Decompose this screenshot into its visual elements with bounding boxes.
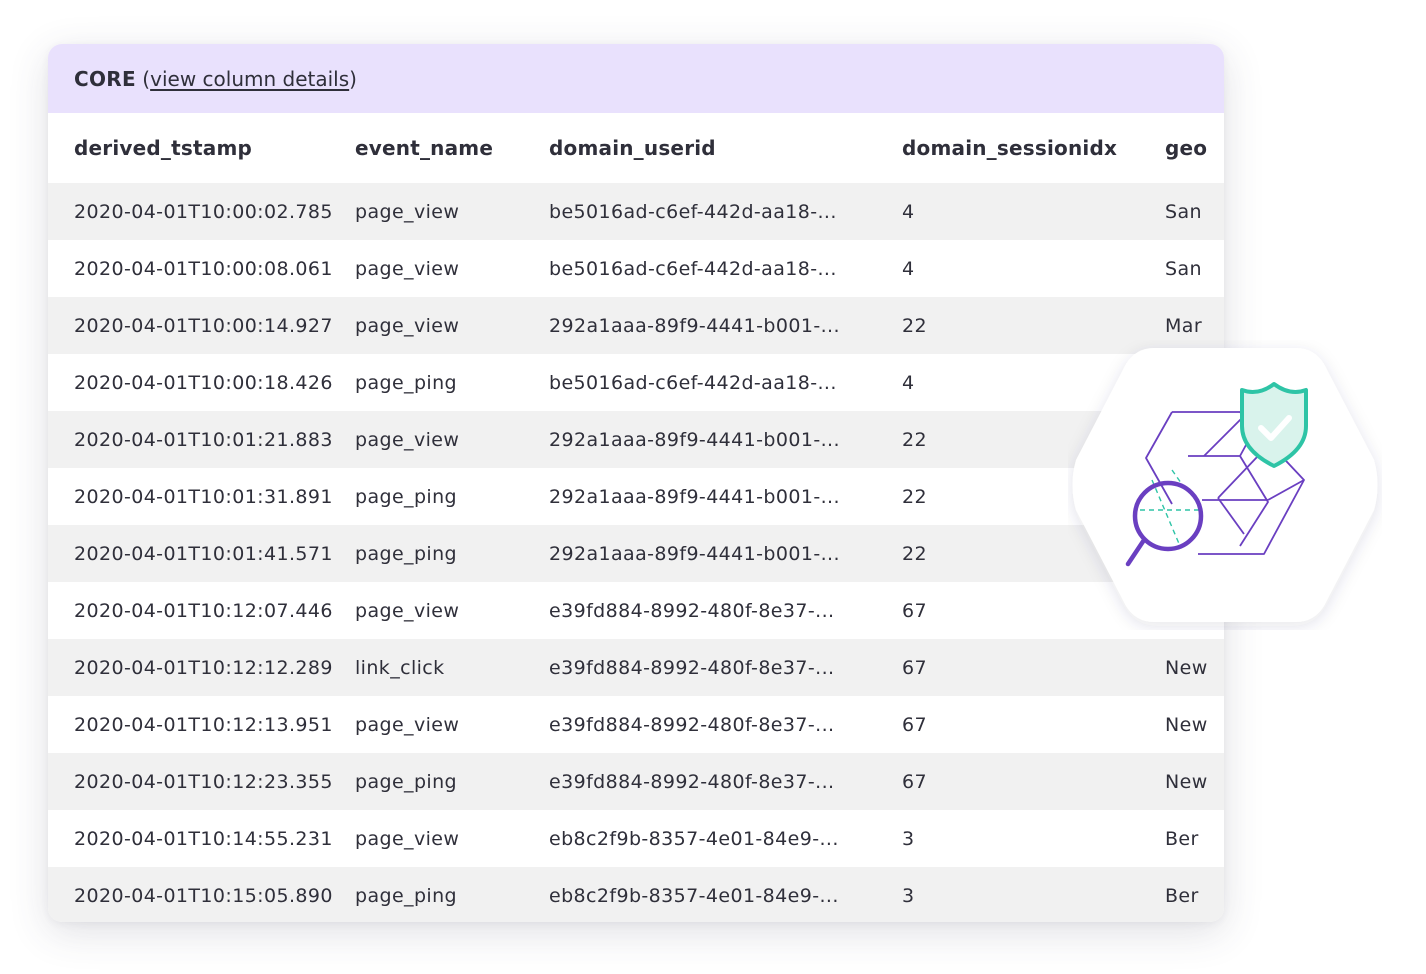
table-row[interactable]: 2020-04-01T10:00:02.785 page_view be5016ad… <box>48 183 1224 240</box>
table-row[interactable]: 2020-04-01T10:14:55.231 page_view eb8c2f9b… <box>48 810 1224 867</box>
cell-domain-sessionidx: 4 <box>902 240 1165 297</box>
cell-domain-userid: e39fd884-8992-480f-8e37-... <box>549 696 902 753</box>
core-table-card: CORE (view column details) derived_tstam… <box>48 44 1224 922</box>
cell-derived-tstamp: 2020-04-01T10:01:21.883 <box>48 411 355 468</box>
cell-geo: Ber <box>1165 810 1224 867</box>
cell-event-name: page_ping <box>355 867 549 922</box>
table-row[interactable]: 2020-04-01T10:12:12.289 link_click e39fd88… <box>48 639 1224 696</box>
table-row[interactable]: 2020-04-01T10:00:14.927 page_view 292a1aaa… <box>48 297 1224 354</box>
cell-domain-userid: 292a1aaa-89f9-4441-b001-... <box>549 411 902 468</box>
column-header-event-name[interactable]: event_name <box>355 113 549 183</box>
cell-derived-tstamp: 2020-04-01T10:00:02.785 <box>48 183 355 240</box>
column-header-geo[interactable]: geo <box>1165 113 1224 183</box>
table-row[interactable]: 2020-04-01T10:15:05.890 page_ping eb8c2f9b… <box>48 867 1224 922</box>
cell-geo: New <box>1165 753 1224 810</box>
cell-derived-tstamp: 2020-04-01T10:12:23.355 <box>48 753 355 810</box>
close-paren: ) <box>349 66 357 91</box>
cell-derived-tstamp: 2020-04-01T10:12:12.289 <box>48 639 355 696</box>
header-row: derived_tstamp event_name domain_userid … <box>48 113 1224 183</box>
cell-derived-tstamp: 2020-04-01T10:12:07.446 <box>48 582 355 639</box>
cell-geo: New <box>1165 639 1224 696</box>
cell-domain-userid: e39fd884-8992-480f-8e37-... <box>549 582 902 639</box>
cell-event-name: page_ping <box>355 753 549 810</box>
table-row[interactable]: 2020-04-01T10:12:07.446 page_view e39fd884… <box>48 582 1224 639</box>
section-title: CORE <box>74 66 136 91</box>
cell-derived-tstamp: 2020-04-01T10:01:41.571 <box>48 525 355 582</box>
badge-hexagon-bg <box>1072 348 1378 622</box>
cell-event-name: page_view <box>355 582 549 639</box>
cell-event-name: page_view <box>355 810 549 867</box>
cell-domain-sessionidx: 67 <box>902 696 1165 753</box>
cell-derived-tstamp: 2020-04-01T10:00:14.927 <box>48 297 355 354</box>
open-paren: ( <box>135 66 151 91</box>
cell-domain-sessionidx: 3 <box>902 810 1165 867</box>
events-table: derived_tstamp event_name domain_userid … <box>48 113 1224 922</box>
cell-domain-sessionidx: 4 <box>902 183 1165 240</box>
cell-event-name: page_view <box>355 183 549 240</box>
view-column-details-link[interactable]: view column details <box>150 67 349 91</box>
cell-derived-tstamp: 2020-04-01T10:01:31.891 <box>48 468 355 525</box>
cell-domain-sessionidx: 3 <box>902 867 1165 922</box>
column-header-domain-sessionidx[interactable]: domain_sessionidx <box>902 113 1165 183</box>
column-header-derived-tstamp[interactable]: derived_tstamp <box>48 113 355 183</box>
table-row[interactable]: 2020-04-01T10:01:31.891 page_ping 292a1aaa… <box>48 468 1224 525</box>
cell-domain-userid: 292a1aaa-89f9-4441-b001-... <box>549 297 902 354</box>
table-row[interactable]: 2020-04-01T10:00:08.061 page_view be5016ad… <box>48 240 1224 297</box>
cell-derived-tstamp: 2020-04-01T10:12:13.951 <box>48 696 355 753</box>
table-row[interactable]: 2020-04-01T10:00:18.426 page_ping be5016ad… <box>48 354 1224 411</box>
cell-domain-sessionidx: 67 <box>902 753 1165 810</box>
table-row[interactable]: 2020-04-01T10:01:41.571 page_ping 292a1aaa… <box>48 525 1224 582</box>
cell-geo: New <box>1165 696 1224 753</box>
data-quality-badge <box>1068 340 1382 630</box>
table-row[interactable]: 2020-04-01T10:01:21.883 page_view 292a1aaa… <box>48 411 1224 468</box>
cell-domain-userid: eb8c2f9b-8357-4e01-84e9-... <box>549 810 902 867</box>
cell-derived-tstamp: 2020-04-01T10:00:18.426 <box>48 354 355 411</box>
cell-geo: Ber <box>1165 867 1224 922</box>
section-header: CORE (view column details) <box>48 44 1224 113</box>
cell-event-name: page_view <box>355 696 549 753</box>
data-quality-shield-magnifier-icon <box>1072 348 1378 622</box>
column-header-domain-userid[interactable]: domain_userid <box>549 113 902 183</box>
cell-event-name: page_view <box>355 240 549 297</box>
cell-domain-userid: eb8c2f9b-8357-4e01-84e9-... <box>549 867 902 922</box>
cell-domain-userid: 292a1aaa-89f9-4441-b001-... <box>549 468 902 525</box>
cell-domain-userid: e39fd884-8992-480f-8e37-... <box>549 753 902 810</box>
cell-derived-tstamp: 2020-04-01T10:15:05.890 <box>48 867 355 922</box>
cell-event-name: page_ping <box>355 354 549 411</box>
cell-event-name: link_click <box>355 639 549 696</box>
table-row[interactable]: 2020-04-01T10:12:23.355 page_ping e39fd884… <box>48 753 1224 810</box>
table-body: 2020-04-01T10:00:02.785 page_view be5016ad… <box>48 183 1224 922</box>
cell-domain-userid: e39fd884-8992-480f-8e37-... <box>549 639 902 696</box>
cell-domain-userid: be5016ad-c6ef-442d-aa18-... <box>549 354 902 411</box>
cell-event-name: page_ping <box>355 525 549 582</box>
cell-derived-tstamp: 2020-04-01T10:00:08.061 <box>48 240 355 297</box>
cell-geo: San <box>1165 240 1224 297</box>
cell-domain-userid: be5016ad-c6ef-442d-aa18-... <box>549 183 902 240</box>
cell-derived-tstamp: 2020-04-01T10:14:55.231 <box>48 810 355 867</box>
table-row[interactable]: 2020-04-01T10:12:13.951 page_view e39fd884… <box>48 696 1224 753</box>
table-header: derived_tstamp event_name domain_userid … <box>48 113 1224 183</box>
cell-geo: San <box>1165 183 1224 240</box>
cell-domain-sessionidx: 67 <box>902 639 1165 696</box>
cell-domain-userid: be5016ad-c6ef-442d-aa18-... <box>549 240 902 297</box>
cell-event-name: page_ping <box>355 468 549 525</box>
cell-domain-userid: 292a1aaa-89f9-4441-b001-... <box>549 525 902 582</box>
cell-event-name: page_view <box>355 297 549 354</box>
cell-event-name: page_view <box>355 411 549 468</box>
